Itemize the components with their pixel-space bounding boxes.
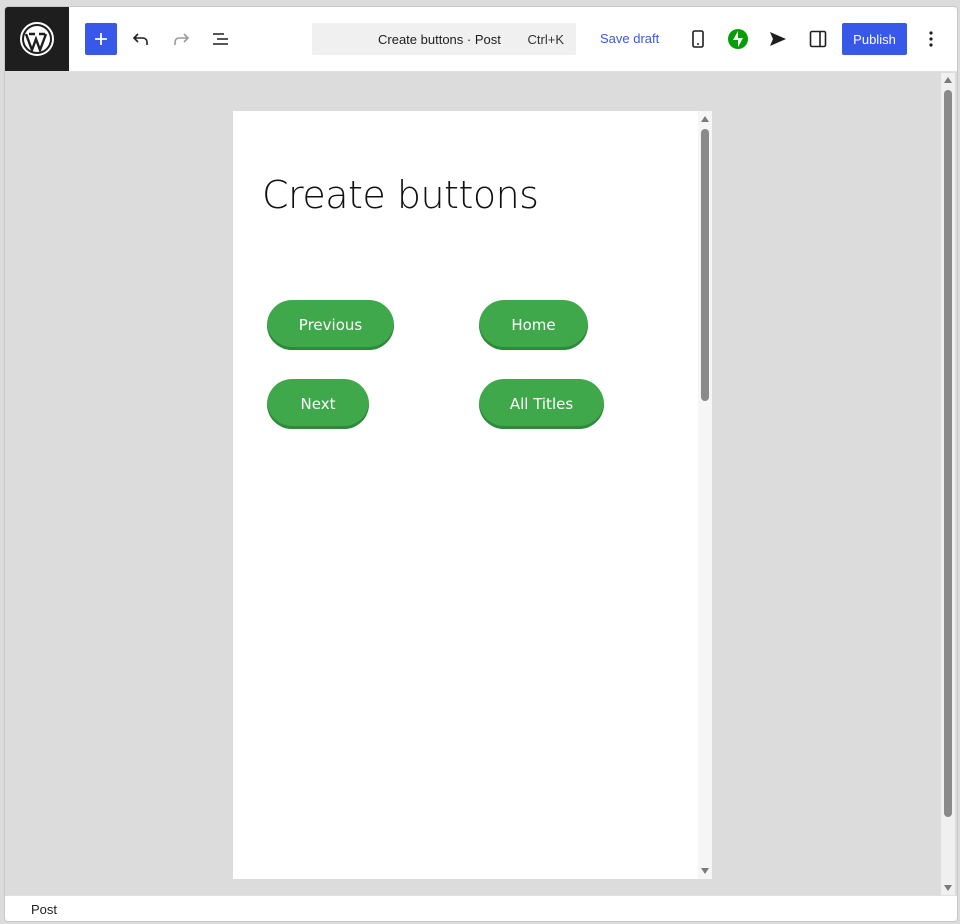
breadcrumb[interactable]: Post <box>31 902 57 917</box>
plus-icon <box>95 33 107 45</box>
options-button[interactable] <box>915 23 947 55</box>
wordpress-logo-icon[interactable] <box>5 7 69 71</box>
scroll-up-arrow-icon[interactable] <box>944 77 952 83</box>
block-inserter-button[interactable] <box>85 23 117 55</box>
publish-button[interactable]: Publish <box>842 23 907 55</box>
editor-footer: Post <box>5 895 957 921</box>
undo-button[interactable] <box>125 23 157 55</box>
send-icon <box>770 32 786 46</box>
post-title[interactable]: Create buttons <box>262 173 539 217</box>
scroll-up-arrow-icon[interactable] <box>701 116 709 122</box>
editor-window: Create buttons · Post Ctrl+K Save draft <box>4 6 958 922</box>
sidebar-toggle-icon <box>809 30 827 48</box>
next-button[interactable]: Next <box>267 379 369 429</box>
command-palette-bar[interactable]: Create buttons · Post Ctrl+K <box>312 23 576 55</box>
send-button[interactable] <box>762 23 794 55</box>
all-titles-button[interactable]: All Titles <box>479 379 604 429</box>
settings-sidebar-button[interactable] <box>802 23 834 55</box>
undo-icon <box>132 33 148 45</box>
mobile-preview-icon <box>692 30 704 48</box>
page-scrollbar[interactable] <box>941 73 955 895</box>
save-draft-button[interactable]: Save draft <box>600 31 659 46</box>
redo-button[interactable] <box>165 23 197 55</box>
document-title: Create buttons · Post <box>378 32 501 47</box>
scroll-down-arrow-icon[interactable] <box>701 868 709 874</box>
preview-button[interactable] <box>682 23 714 55</box>
canvas-scrollbar[interactable] <box>698 111 712 879</box>
scrollbar-thumb[interactable] <box>944 90 952 817</box>
editor-header: Create buttons · Post Ctrl+K Save draft <box>5 7 957 72</box>
vertical-ellipsis-icon <box>929 31 933 47</box>
list-view-icon <box>213 33 228 45</box>
previous-button[interactable]: Previous <box>267 300 394 350</box>
list-view-button[interactable] <box>205 23 237 55</box>
redo-icon <box>174 33 190 45</box>
jetpack-icon <box>728 29 748 49</box>
scrollbar-thumb[interactable] <box>701 129 709 401</box>
command-shortcut: Ctrl+K <box>527 32 564 47</box>
jetpack-button[interactable] <box>722 23 754 55</box>
home-button[interactable]: Home <box>479 300 588 350</box>
editor-canvas[interactable]: Create buttons Previous Home Next All Ti… <box>233 111 712 879</box>
scroll-down-arrow-icon[interactable] <box>944 885 952 891</box>
